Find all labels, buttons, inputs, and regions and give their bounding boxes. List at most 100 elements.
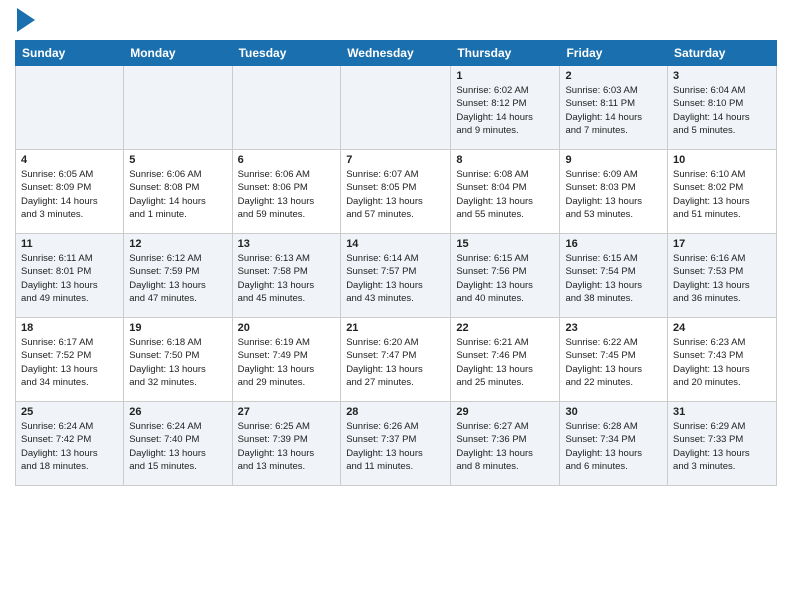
day-cell: 6 Sunrise: 6:06 AM Sunset: 8:06 PM Daylig… xyxy=(232,150,341,234)
day-info: Sunrise: 6:04 AM Sunset: 8:10 PM Dayligh… xyxy=(673,84,771,137)
day-info: Sunrise: 6:15 AM Sunset: 7:54 PM Dayligh… xyxy=(565,252,662,305)
day-number: 26 xyxy=(129,406,226,418)
day-info: Sunrise: 6:12 AM Sunset: 7:59 PM Dayligh… xyxy=(129,252,226,305)
week-row-4: 18Sunrise: 6:17 AM Sunset: 7:52 PM Dayli… xyxy=(16,318,777,402)
day-cell: 27 Sunrise: 6:25 AM Sunset: 7:39 PM Dayli… xyxy=(232,402,341,486)
day-cell: 26 Sunrise: 6:24 AM Sunset: 7:40 PM Dayli… xyxy=(124,402,232,486)
day-info: Sunrise: 6:24 AM Sunset: 7:40 PM Dayligh… xyxy=(129,420,226,473)
calendar-table: SundayMondayTuesdayWednesdayThursdayFrid… xyxy=(15,40,777,486)
day-number: 29 xyxy=(456,406,554,418)
day-info: Sunrise: 6:25 AM Sunset: 7:39 PM Dayligh… xyxy=(238,420,336,473)
week-row-3: 11 Sunrise: 6:11 AM Sunset: 8:01 PM Dayli… xyxy=(16,234,777,318)
day-number: 17 xyxy=(673,238,771,250)
header-cell-tuesday: Tuesday xyxy=(232,41,341,66)
day-info: Sunrise: 6:19 AM Sunset: 7:49 PM Dayligh… xyxy=(238,336,336,389)
day-info: Sunrise: 6:09 AM Sunset: 8:03 PM Dayligh… xyxy=(565,168,662,221)
header xyxy=(15,10,777,32)
day-number: 23 xyxy=(565,322,662,334)
day-info: Sunrise: 6:18 AM Sunset: 7:50 PM Dayligh… xyxy=(129,336,226,389)
day-cell: 2 Sunrise: 6:03 AM Sunset: 8:11 PM Daylig… xyxy=(560,66,668,150)
day-cell xyxy=(341,66,451,150)
day-info: Sunrise: 6:22 AM Sunset: 7:45 PM Dayligh… xyxy=(565,336,662,389)
day-cell: 1 Sunrise: 6:02 AM Sunset: 8:12 PM Daylig… xyxy=(451,66,560,150)
day-cell: 31Sunrise: 6:29 AM Sunset: 7:33 PM Dayli… xyxy=(668,402,777,486)
day-number: 9 xyxy=(565,154,662,166)
day-cell xyxy=(16,66,124,150)
day-info: Sunrise: 6:06 AM Sunset: 8:06 PM Dayligh… xyxy=(238,168,336,221)
day-number: 12 xyxy=(129,238,226,250)
day-number: 1 xyxy=(456,70,554,82)
day-info: Sunrise: 6:26 AM Sunset: 7:37 PM Dayligh… xyxy=(346,420,445,473)
day-number: 16 xyxy=(565,238,662,250)
day-cell: 23 Sunrise: 6:22 AM Sunset: 7:45 PM Dayli… xyxy=(560,318,668,402)
day-cell: 21 Sunrise: 6:20 AM Sunset: 7:47 PM Dayli… xyxy=(341,318,451,402)
header-cell-thursday: Thursday xyxy=(451,41,560,66)
day-cell: 22Sunrise: 6:21 AM Sunset: 7:46 PM Dayli… xyxy=(451,318,560,402)
day-info: Sunrise: 6:24 AM Sunset: 7:42 PM Dayligh… xyxy=(21,420,118,473)
day-info: Sunrise: 6:07 AM Sunset: 8:05 PM Dayligh… xyxy=(346,168,445,221)
day-number: 14 xyxy=(346,238,445,250)
day-cell: 13 Sunrise: 6:13 AM Sunset: 7:58 PM Dayli… xyxy=(232,234,341,318)
day-number: 11 xyxy=(21,238,118,250)
day-number: 19 xyxy=(129,322,226,334)
week-row-1: 1 Sunrise: 6:02 AM Sunset: 8:12 PM Daylig… xyxy=(16,66,777,150)
day-number: 20 xyxy=(238,322,336,334)
day-number: 10 xyxy=(673,154,771,166)
day-number: 2 xyxy=(565,70,662,82)
day-cell: 3 Sunrise: 6:04 AM Sunset: 8:10 PM Daylig… xyxy=(668,66,777,150)
day-info: Sunrise: 6:15 AM Sunset: 7:56 PM Dayligh… xyxy=(456,252,554,305)
day-info: Sunrise: 6:02 AM Sunset: 8:12 PM Dayligh… xyxy=(456,84,554,137)
day-number: 5 xyxy=(129,154,226,166)
day-cell: 18Sunrise: 6:17 AM Sunset: 7:52 PM Dayli… xyxy=(16,318,124,402)
day-cell: 28 Sunrise: 6:26 AM Sunset: 7:37 PM Dayli… xyxy=(341,402,451,486)
day-cell: 19 Sunrise: 6:18 AM Sunset: 7:50 PM Dayli… xyxy=(124,318,232,402)
day-info: Sunrise: 6:21 AM Sunset: 7:46 PM Dayligh… xyxy=(456,336,554,389)
day-number: 31 xyxy=(673,406,771,418)
day-cell: 29 Sunrise: 6:27 AM Sunset: 7:36 PM Dayli… xyxy=(451,402,560,486)
day-number: 15 xyxy=(456,238,554,250)
day-info: Sunrise: 6:05 AM Sunset: 8:09 PM Dayligh… xyxy=(21,168,118,221)
day-cell: 10Sunrise: 6:10 AM Sunset: 8:02 PM Dayli… xyxy=(668,150,777,234)
day-number: 27 xyxy=(238,406,336,418)
day-info: Sunrise: 6:20 AM Sunset: 7:47 PM Dayligh… xyxy=(346,336,445,389)
header-row: SundayMondayTuesdayWednesdayThursdayFrid… xyxy=(16,41,777,66)
day-info: Sunrise: 6:23 AM Sunset: 7:43 PM Dayligh… xyxy=(673,336,771,389)
day-number: 8 xyxy=(456,154,554,166)
day-info: Sunrise: 6:08 AM Sunset: 8:04 PM Dayligh… xyxy=(456,168,554,221)
day-number: 25 xyxy=(21,406,118,418)
day-cell: 12 Sunrise: 6:12 AM Sunset: 7:59 PM Dayli… xyxy=(124,234,232,318)
header-cell-friday: Friday xyxy=(560,41,668,66)
day-info: Sunrise: 6:11 AM Sunset: 8:01 PM Dayligh… xyxy=(21,252,118,305)
page: SundayMondayTuesdayWednesdayThursdayFrid… xyxy=(0,0,792,496)
day-number: 6 xyxy=(238,154,336,166)
day-cell: 7 Sunrise: 6:07 AM Sunset: 8:05 PM Daylig… xyxy=(341,150,451,234)
day-number: 13 xyxy=(238,238,336,250)
day-info: Sunrise: 6:13 AM Sunset: 7:58 PM Dayligh… xyxy=(238,252,336,305)
day-cell: 25 Sunrise: 6:24 AM Sunset: 7:42 PM Dayli… xyxy=(16,402,124,486)
day-info: Sunrise: 6:03 AM Sunset: 8:11 PM Dayligh… xyxy=(565,84,662,137)
day-cell: 20 Sunrise: 6:19 AM Sunset: 7:49 PM Dayli… xyxy=(232,318,341,402)
day-cell xyxy=(124,66,232,150)
day-cell: 11 Sunrise: 6:11 AM Sunset: 8:01 PM Dayli… xyxy=(16,234,124,318)
header-cell-wednesday: Wednesday xyxy=(341,41,451,66)
day-cell: 14 Sunrise: 6:14 AM Sunset: 7:57 PM Dayli… xyxy=(341,234,451,318)
day-info: Sunrise: 6:27 AM Sunset: 7:36 PM Dayligh… xyxy=(456,420,554,473)
logo xyxy=(15,10,35,32)
day-info: Sunrise: 6:17 AM Sunset: 7:52 PM Dayligh… xyxy=(21,336,118,389)
day-cell: 30 Sunrise: 6:28 AM Sunset: 7:34 PM Dayli… xyxy=(560,402,668,486)
day-info: Sunrise: 6:28 AM Sunset: 7:34 PM Dayligh… xyxy=(565,420,662,473)
day-number: 3 xyxy=(673,70,771,82)
day-number: 4 xyxy=(21,154,118,166)
day-number: 21 xyxy=(346,322,445,334)
day-cell xyxy=(232,66,341,150)
day-info: Sunrise: 6:14 AM Sunset: 7:57 PM Dayligh… xyxy=(346,252,445,305)
day-cell: 15 Sunrise: 6:15 AM Sunset: 7:56 PM Dayli… xyxy=(451,234,560,318)
day-cell: 16 Sunrise: 6:15 AM Sunset: 7:54 PM Dayli… xyxy=(560,234,668,318)
day-cell: 8 Sunrise: 6:08 AM Sunset: 8:04 PM Daylig… xyxy=(451,150,560,234)
day-number: 30 xyxy=(565,406,662,418)
day-info: Sunrise: 6:16 AM Sunset: 7:53 PM Dayligh… xyxy=(673,252,771,305)
header-cell-sunday: Sunday xyxy=(16,41,124,66)
day-number: 7 xyxy=(346,154,445,166)
day-number: 28 xyxy=(346,406,445,418)
header-cell-saturday: Saturday xyxy=(668,41,777,66)
